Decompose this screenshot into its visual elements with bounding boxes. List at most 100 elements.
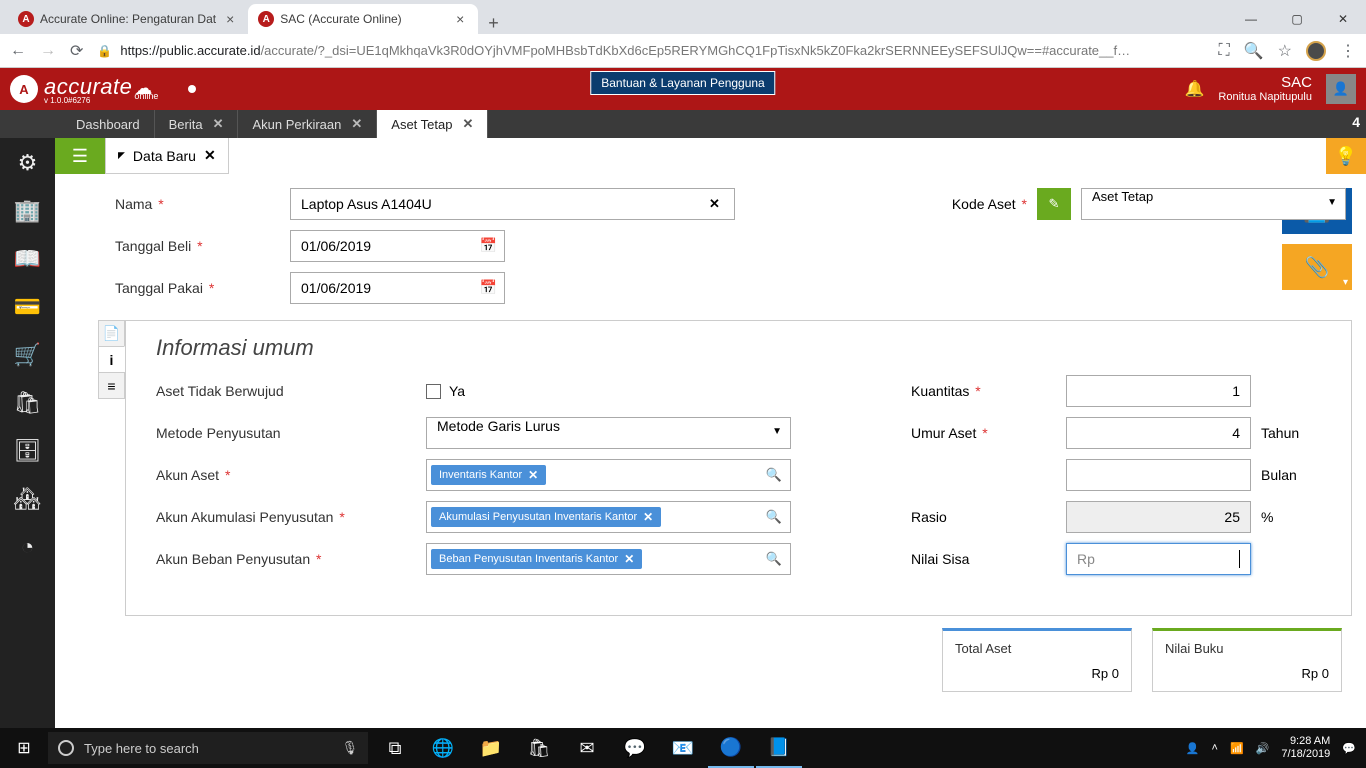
lock-icon: 🔒 [97, 44, 112, 58]
umur-bulan-input[interactable] [1066, 459, 1251, 491]
close-icon[interactable]: ✕ [204, 147, 216, 164]
url-text: https://public.accurate.id/accurate/?_ds… [120, 43, 1130, 58]
total-aset-label: Total Aset [955, 641, 1119, 656]
nilai-buku-box: Nilai Buku Rp 0 [1152, 628, 1342, 692]
akun-aset-label: Akun Aset * [156, 467, 426, 483]
kuantitas-label: Kuantitas * [911, 383, 1066, 399]
bag-icon[interactable]: 🛍 [14, 390, 42, 416]
chat-icon[interactable]: 💬 [612, 728, 658, 768]
tab-title: Accurate Online: Pengaturan Dat [40, 12, 216, 26]
kode-select[interactable]: Aset Tetap [1081, 188, 1346, 220]
tgl-beli-input[interactable] [290, 230, 505, 262]
volume-icon[interactable]: 🔊 [1256, 742, 1270, 755]
idea-button[interactable]: 💡 [1326, 138, 1366, 174]
intangible-checkbox[interactable] [426, 384, 441, 399]
panel-tab-stack[interactable]: ≡ [98, 372, 125, 399]
browser-tab-0[interactable]: A Accurate Online: Pengaturan Dat × [8, 4, 248, 34]
task-view-icon[interactable]: ⧉ [372, 728, 418, 768]
building-icon[interactable]: 🏢 [14, 198, 41, 224]
panel-tab-info[interactable]: i [98, 346, 125, 373]
tgl-pakai-input[interactable] [290, 272, 505, 304]
maximize-button[interactable]: ▢ [1274, 4, 1320, 34]
help-callout[interactable]: Bantuan & Layanan Pengguna [590, 71, 775, 95]
persen-label: % [1261, 509, 1273, 525]
explorer-icon[interactable]: 📁 [468, 728, 514, 768]
notifications-icon[interactable]: 💬 [1342, 742, 1356, 755]
favicon-icon: A [258, 11, 274, 27]
tray-up-icon[interactable]: ˄ [1212, 742, 1218, 754]
edge-icon[interactable]: 🌐 [420, 728, 466, 768]
kode-label: Kode Aset * [952, 196, 1027, 212]
cart-icon[interactable]: 🛒 [14, 342, 41, 368]
chart-icon[interactable]: ◔ [21, 534, 34, 560]
metode-label: Metode Penyusutan [156, 425, 426, 441]
user-block[interactable]: SAC Ronitua Napitupulu [1218, 75, 1312, 104]
store-icon[interactable]: 🛍 [516, 728, 562, 768]
list-button[interactable]: ☰ [55, 138, 105, 174]
nilai-sisa-input[interactable]: Rp [1066, 543, 1251, 575]
reload-button[interactable]: ⟳ [70, 41, 83, 61]
translate-icon[interactable]: ⛶ [1219, 42, 1230, 60]
start-button[interactable]: ⊞ [0, 738, 48, 758]
akun-aset-lookup[interactable]: Inventaris Kantor✕ [426, 459, 791, 491]
attach-button[interactable]: 📎 [1282, 244, 1352, 290]
minimize-button[interactable]: — [1228, 4, 1274, 34]
calendar-icon[interactable]: 📅 [480, 279, 497, 296]
address-bar[interactable]: 🔒 https://public.accurate.id/accurate/?_… [97, 43, 1204, 58]
umur-tahun-input[interactable] [1066, 417, 1251, 449]
wallet-icon[interactable]: 💳 [14, 294, 41, 320]
word-icon[interactable]: 📘 [756, 728, 802, 768]
nama-input[interactable] [290, 188, 735, 220]
calendar-icon[interactable]: 📅 [480, 237, 497, 254]
taskbar-search[interactable]: Type here to search 🎙 [48, 732, 368, 764]
clear-icon[interactable]: ✕ [709, 196, 720, 212]
book-icon[interactable]: 📖 [14, 246, 41, 272]
tray-clock[interactable]: 9:28 AM 7/18/2019 [1281, 735, 1330, 761]
tag-remove-icon[interactable]: ✕ [528, 468, 538, 482]
close-window-button[interactable]: ✕ [1320, 4, 1366, 34]
outlook-icon[interactable]: 📧 [660, 728, 706, 768]
browser-tab-1[interactable]: A SAC (Accurate Online) × [248, 4, 478, 34]
user-avatar-icon[interactable]: 👤 [1326, 74, 1356, 104]
panel-tab-list[interactable]: 📄 [98, 320, 125, 347]
forward-button[interactable]: → [40, 42, 56, 60]
rp-prefix: Rp [1077, 551, 1095, 567]
tab-close-icon[interactable]: × [222, 11, 238, 27]
tab-aset-tetap[interactable]: Aset Tetap✕ [377, 110, 488, 138]
close-icon[interactable]: ✕ [213, 116, 224, 132]
tab-label: Akun Perkiraan [252, 117, 341, 132]
tag-remove-icon[interactable]: ✕ [643, 510, 653, 524]
tag-remove-icon[interactable]: ✕ [624, 552, 634, 566]
close-icon[interactable]: ✕ [462, 116, 473, 132]
back-button[interactable]: ← [10, 42, 26, 60]
network-icon[interactable]: 📶 [1230, 742, 1244, 755]
archive-icon[interactable]: 🗄 [14, 438, 42, 464]
tab-berita[interactable]: Berita✕ [155, 110, 239, 138]
tab-title: SAC (Accurate Online) [280, 12, 446, 26]
chrome-icon[interactable]: 🔵 [708, 728, 754, 768]
left-rail: ⚙ 🏢 📖 💳 🛒 🛍 🗄 🏘 ◔ [0, 138, 55, 728]
star-icon[interactable]: ☆ [1278, 41, 1292, 61]
akun-beban-lookup[interactable]: Beban Penyusutan Inventaris Kantor✕ [426, 543, 791, 575]
tgl-beli-label: Tanggal Beli * [115, 238, 290, 254]
close-icon[interactable]: ✕ [351, 116, 362, 132]
menu-icon[interactable]: ⋮ [1340, 41, 1356, 61]
mic-icon[interactable]: 🎙 [341, 740, 358, 756]
edit-kode-button[interactable]: ✎ [1037, 188, 1071, 220]
zoom-icon[interactable]: 🔍 [1244, 41, 1264, 61]
gear-icon[interactable]: ⚙ [18, 150, 38, 176]
tag-akun-aset: Inventaris Kantor✕ [431, 465, 546, 485]
profile-avatar[interactable] [1306, 41, 1326, 61]
mail-icon[interactable]: ✉ [564, 728, 610, 768]
tab-close-icon[interactable]: × [452, 11, 468, 27]
people-icon[interactable]: 👤 [1186, 742, 1200, 755]
kuantitas-input[interactable] [1066, 375, 1251, 407]
subtab-data-baru[interactable]: ◤ Data Baru ✕ [105, 138, 229, 174]
tab-dashboard[interactable]: Dashboard [62, 110, 155, 138]
akun-akum-lookup[interactable]: Akumulasi Penyusutan Inventaris Kantor✕ [426, 501, 791, 533]
new-tab-button[interactable]: + [478, 13, 509, 34]
tab-akun-perkiraan[interactable]: Akun Perkiraan ✕ [238, 110, 377, 138]
metode-select[interactable]: Metode Garis Lurus [426, 417, 791, 449]
bell-icon[interactable]: 🔔 [1185, 79, 1205, 99]
buildings-icon[interactable]: 🏘 [14, 486, 42, 512]
